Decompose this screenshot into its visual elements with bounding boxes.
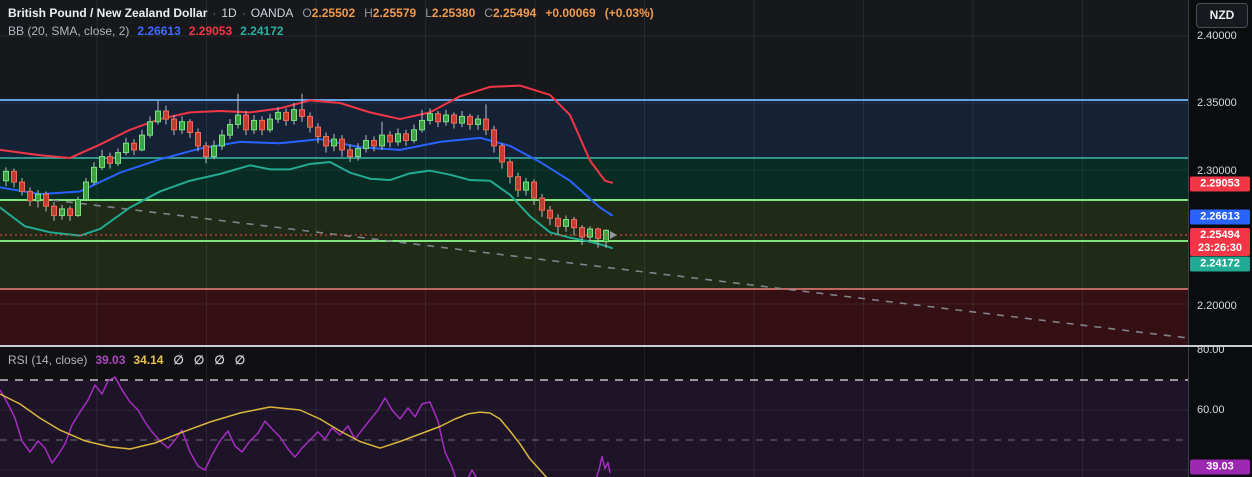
low-value: 2.25380	[431, 6, 476, 20]
price-badge: 2.25494 23:26:30	[1190, 228, 1250, 256]
symbol-title[interactable]: British Pound / New Zealand Dollar	[8, 6, 207, 20]
axis-label: 2.20000	[1197, 300, 1237, 312]
currency-toggle-button[interactable]: NZD	[1196, 3, 1248, 28]
tradingview-chart-window: NZD 2.40000 2.35000 2.30000 2.20000 80.00 60.…	[0, 0, 1252, 477]
open-key: O	[302, 6, 312, 20]
axis-label: 2.40000	[1197, 30, 1237, 42]
high-value: 2.25579	[372, 6, 417, 20]
price-axis[interactable]: NZD 2.40000 2.35000 2.30000 2.20000 80.00 60.…	[1188, 0, 1252, 477]
bb-indicator-label[interactable]: BB (20, SMA, close, 2)	[8, 24, 129, 38]
axis-label: 2.30000	[1197, 165, 1237, 177]
rsi-value: 39.03	[95, 353, 126, 367]
separator-dot: ·	[241, 6, 246, 20]
axis-label: 2.35000	[1197, 97, 1237, 109]
price-badge: 2.24172	[1190, 256, 1250, 272]
close-key: C	[484, 6, 493, 20]
bb-basis-value: 2.26613	[137, 24, 181, 38]
support-resistance-zones	[0, 100, 1188, 346]
exchange-label[interactable]: OANDA	[251, 6, 294, 20]
symbol-ohlc-row: British Pound / New Zealand Dollar · 1D · OA…	[8, 4, 654, 22]
change-percent: (+0.03%)	[604, 6, 654, 20]
high-key: H	[364, 6, 373, 20]
bb-upper-value: 2.29053	[188, 24, 233, 38]
low-key: L	[425, 6, 432, 20]
change-value: +0.00069	[545, 6, 596, 20]
price-badge: 2.26613	[1190, 209, 1250, 225]
rsi-band-fill	[0, 380, 1188, 477]
interval-label[interactable]: 1D	[221, 6, 236, 20]
bb-lower-value: 2.24172	[240, 24, 284, 38]
separator-dot: ·	[212, 6, 217, 20]
open-value: 2.25502	[311, 6, 356, 20]
pane-divider[interactable]	[0, 345, 1252, 347]
close-value: 2.25494	[492, 6, 537, 20]
main-legend: British Pound / New Zealand Dollar · 1D · OA…	[8, 4, 654, 40]
rsi-empty-values: ∅ ∅ ∅ ∅	[173, 353, 246, 367]
axis-label: 60.00	[1197, 404, 1225, 416]
main-price-pane[interactable]	[0, 0, 1188, 346]
rsi-indicator-label[interactable]: RSI (14, close)	[8, 353, 87, 367]
price-badge: 39.03	[1190, 459, 1250, 475]
rsi-legend: RSI (14, close) 39.03 34.14 ∅ ∅ ∅ ∅	[8, 353, 245, 367]
bb-indicator-row: BB (20, SMA, close, 2) 2.26613 2.29053 2.24…	[8, 22, 654, 40]
rsi-ma-value: 34.14	[133, 353, 164, 367]
price-badge: 2.29053	[1190, 176, 1250, 192]
